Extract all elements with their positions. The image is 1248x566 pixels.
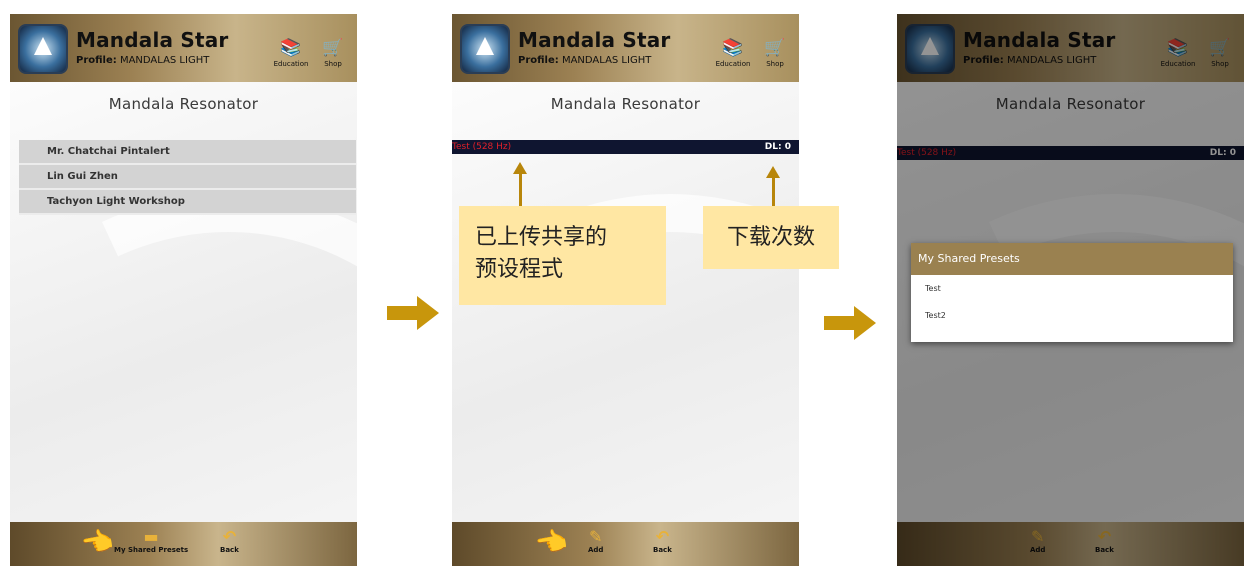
screen-shared-presets-dialog: Mandala Star Profile: MANDALAS LIGHT 📚 E… xyxy=(897,14,1244,566)
app-header: Mandala Star Profile: MANDALAS LIGHT 📚 E… xyxy=(452,14,799,82)
page-title: Mandala Resonator xyxy=(550,95,701,113)
dialog-title: My Shared Presets xyxy=(911,243,1233,275)
education-button[interactable]: 📚 Education xyxy=(713,38,753,68)
download-count: DL: 0 xyxy=(764,142,791,152)
shop-button[interactable]: 🛒 Shop xyxy=(755,38,795,68)
back-button[interactable]: ↶ Back xyxy=(653,527,672,555)
shared-user-list: Mr. Chatchai Pintalert Lin Gui Zhen Tach… xyxy=(19,140,356,215)
education-button[interactable]: 📚 Education xyxy=(271,38,311,68)
annotation-download-count: 下载次数 xyxy=(703,206,839,269)
education-label: Education xyxy=(273,60,309,68)
annotation-pointer-name xyxy=(513,162,527,206)
annotation-uploaded-presets: 已上传共享的 预设程式 xyxy=(459,206,666,305)
add-button[interactable]: ✎ Add xyxy=(588,527,604,555)
screen-shared-list: Mandala Star Profile: MANDALAS LIGHT 📚 E… xyxy=(10,14,357,566)
back-arrow-icon: ↶ xyxy=(222,527,237,546)
my-shared-presets-button[interactable]: ▬ My Shared Presets xyxy=(114,527,189,555)
shop-label: Shop xyxy=(324,60,342,68)
pencil-icon: ✎ xyxy=(589,527,603,546)
shop-label: Shop xyxy=(766,60,784,68)
cart-icon: 🛒 xyxy=(322,38,344,58)
bottom-toolbar: ✎ Add ↶ Back xyxy=(452,522,799,566)
cart-icon: 🛒 xyxy=(764,38,786,58)
list-item[interactable]: Tachyon Light Workshop xyxy=(19,190,356,215)
flow-arrow-right xyxy=(387,296,439,330)
profile-label: Profile: xyxy=(518,55,559,66)
list-item[interactable]: Lin Gui Zhen xyxy=(19,165,356,190)
add-label: Add xyxy=(588,546,604,554)
app-title: Mandala Star xyxy=(76,28,229,52)
flow-arrow-right xyxy=(824,306,876,340)
preset-name: Test (528 Hz) xyxy=(452,142,512,152)
annotation-line: 预设程式 xyxy=(475,257,564,282)
bottom-toolbar: ▬ My Shared Presets ↶ Back xyxy=(10,522,357,566)
shop-button[interactable]: 🛒 Shop xyxy=(313,38,353,68)
folder-icon: ▬ xyxy=(143,527,159,546)
app-title: Mandala Star xyxy=(518,28,671,52)
back-label: Back xyxy=(220,546,239,554)
shared-preset-row[interactable]: Test (528 Hz) DL: 0 xyxy=(452,140,799,154)
back-button[interactable]: ↶ Back xyxy=(220,527,239,555)
list-item[interactable]: Mr. Chatchai Pintalert xyxy=(19,140,356,165)
dialog-item[interactable]: Test xyxy=(911,275,1233,302)
shared-presets-dialog: My Shared Presets Test Test2 xyxy=(911,243,1233,342)
page-title: Mandala Resonator xyxy=(108,95,259,113)
app-logo xyxy=(460,24,510,74)
back-arrow-icon: ↶ xyxy=(655,527,670,546)
pointing-hand-icon: 👉 xyxy=(533,525,571,561)
my-shared-presets-label: My Shared Presets xyxy=(114,546,189,554)
profile-line: Profile: MANDALAS LIGHT xyxy=(518,55,651,66)
pointing-hand-icon: 👉 xyxy=(79,525,117,561)
back-label: Back xyxy=(653,546,672,554)
books-icon: 📚 xyxy=(280,38,302,58)
profile-value: MANDALAS LIGHT xyxy=(561,55,652,66)
annotation-pointer-count xyxy=(766,166,780,206)
profile-label: Profile: xyxy=(76,55,117,66)
books-icon: 📚 xyxy=(722,38,744,58)
education-label: Education xyxy=(715,60,751,68)
profile-value: MANDALAS LIGHT xyxy=(119,55,210,66)
app-header: Mandala Star Profile: MANDALAS LIGHT 📚 E… xyxy=(10,14,357,82)
app-logo xyxy=(18,24,68,74)
profile-line: Profile: MANDALAS LIGHT xyxy=(76,55,209,66)
dialog-item[interactable]: Test2 xyxy=(911,302,1233,329)
annotation-line: 已上传共享的 xyxy=(475,225,608,250)
